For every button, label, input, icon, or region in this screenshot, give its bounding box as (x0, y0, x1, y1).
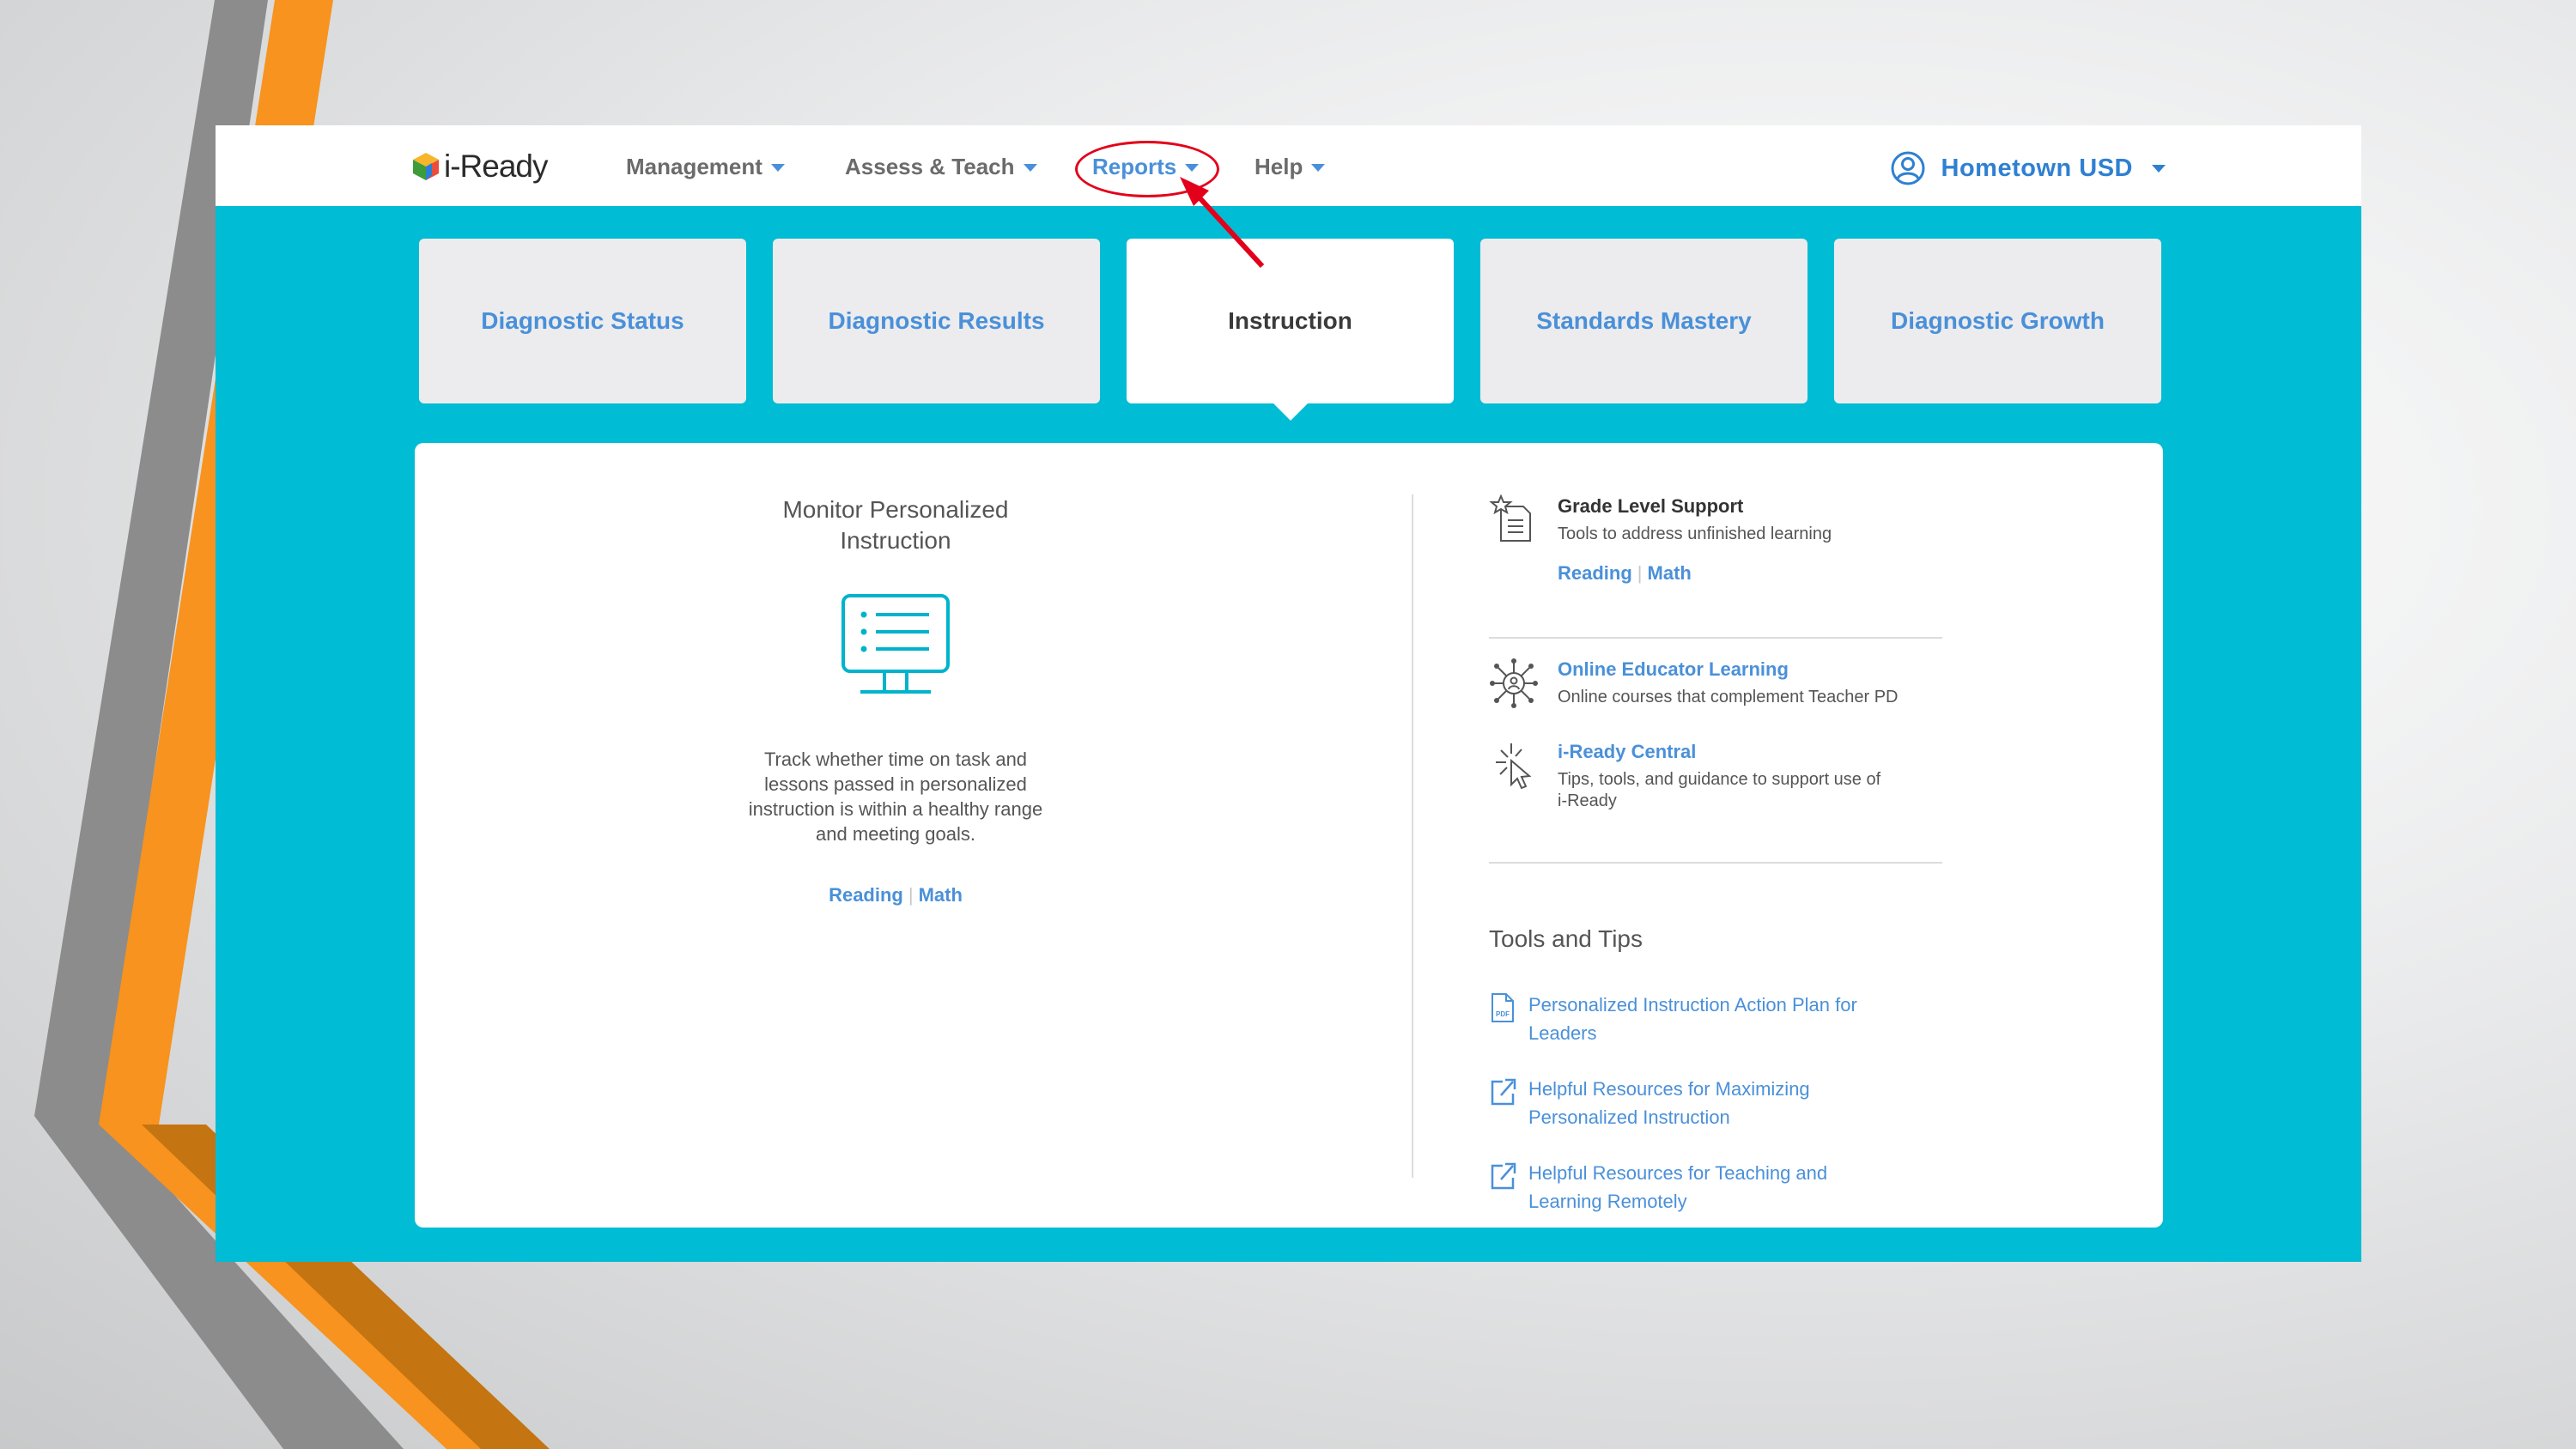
section-divider (1489, 637, 1942, 639)
grade-level-support-title: Grade Level Support (1558, 495, 1744, 517)
tool-link-remote-resources[interactable]: Helpful Resources for Teaching and Learn… (1489, 1159, 1906, 1216)
description-line: lessons passed in personalized (764, 773, 1027, 795)
grade-level-math-link[interactable]: Math (1648, 562, 1692, 584)
grade-level-subject-links: Reading | Math (1558, 562, 1832, 585)
annotation-circle (1075, 141, 1219, 197)
pdf-icon: PDF (1492, 993, 1514, 1022)
nav-assess-teach[interactable]: Assess & Teach (845, 151, 1037, 182)
grade-level-reading-link[interactable]: Reading (1558, 562, 1632, 584)
iready-central-text: i-Ready Central Tips, tools, and guidanc… (1558, 740, 1880, 812)
logo-text: i-Ready (444, 149, 548, 184)
account-menu[interactable]: Hometown USD (1890, 149, 2166, 187)
cursor-click-icon (1496, 743, 1532, 790)
section-title-line: Instruction (840, 527, 951, 554)
tool-link-action-plan[interactable]: PDF Personalized Instruction Action Plan… (1489, 991, 1906, 1047)
description-line: Track whether time on task and (763, 749, 1028, 770)
nav-help[interactable]: Help (1255, 151, 1326, 182)
online-educator-learning[interactable]: Online Educator Learning Online courses … (1489, 658, 1899, 709)
tile-standards-mastery[interactable]: Standards Mastery (1480, 239, 1807, 403)
resources-column: Grade Level Support Tools to address unf… (1489, 494, 1944, 1212)
nav-assess-teach-label: Assess & Teach (845, 153, 1015, 179)
online-educator-learning-desc: Online courses that complement Teacher P… (1558, 688, 1899, 706)
chevron-down-icon (2152, 164, 2166, 173)
grade-level-support: Grade Level Support Tools to address unf… (1489, 494, 1832, 585)
tile-diagnostic-results[interactable]: Diagnostic Results (773, 239, 1100, 403)
tile-diagnostic-growth[interactable]: Diagnostic Growth (1834, 239, 2161, 403)
link-separator: | (1637, 562, 1643, 584)
tool-link-maximizing-resources[interactable]: Helpful Resources for Maximizing Persona… (1489, 1075, 1906, 1131)
section-divider (1489, 862, 1942, 864)
nav-help-label: Help (1255, 153, 1303, 179)
section-title: Monitor Personalized Instruction (737, 494, 1054, 556)
network-person-icon (1490, 658, 1538, 708)
account-name: Hometown USD (1941, 154, 2133, 182)
link-separator: | (908, 884, 914, 906)
online-educator-learning-text: Online Educator Learning Online courses … (1558, 658, 1899, 709)
selected-tile-pointer (1273, 403, 1308, 421)
chevron-down-icon (1311, 163, 1326, 172)
tool-link-line: Leaders (1528, 1022, 1597, 1044)
iready-screenshot: i-Ready Management Assess & Teach Report… (216, 125, 2361, 1262)
grade-level-support-desc: Tools to address unfinished learning (1558, 524, 1832, 543)
description-line: and meeting goals. (816, 823, 975, 845)
top-navigation-bar: i-Ready Management Assess & Teach Report… (216, 125, 2361, 206)
svg-text:PDF: PDF (1496, 1010, 1510, 1018)
monitor-instruction-section: Monitor Personalized Instruction Track w… (737, 494, 1054, 906)
tool-link-line: Learning Remotely (1528, 1191, 1687, 1212)
section-description: Track whether time on task and lessons p… (737, 747, 1054, 846)
description-line: Tips, tools, and guidance to support use… (1558, 770, 1881, 789)
tool-link-line: Personalized Instruction Action Plan for (1528, 994, 1857, 1016)
tools-and-tips-heading: Tools and Tips (1489, 925, 1643, 952)
nav-management[interactable]: Management (626, 151, 785, 182)
tool-link-text: Helpful Resources for Maximizing Persona… (1528, 1075, 1906, 1131)
tile-diagnostic-status[interactable]: Diagnostic Status (419, 239, 746, 403)
tool-link-line: Helpful Resources for Maximizing (1528, 1078, 1810, 1100)
section-title-line: Monitor Personalized (782, 496, 1009, 523)
grade-level-support-text: Grade Level Support Tools to address unf… (1558, 494, 1832, 585)
chevron-down-icon (770, 163, 785, 172)
iready-central[interactable]: i-Ready Central Tips, tools, and guidanc… (1489, 740, 1880, 812)
tile-instruction[interactable]: Instruction (1127, 239, 1454, 403)
document-star-icon (1489, 494, 1531, 542)
external-link-icon (1491, 1078, 1516, 1106)
iready-central-link[interactable]: i-Ready Central (1558, 740, 1880, 764)
iready-logo[interactable]: i-Ready (411, 148, 548, 185)
chevron-down-icon (1023, 163, 1037, 172)
monitor-list-icon (841, 594, 950, 694)
instruction-panel: Monitor Personalized Instruction Track w… (415, 443, 2163, 1228)
subject-links: Reading | Math (737, 884, 1054, 906)
tool-link-text: Helpful Resources for Teaching and Learn… (1528, 1159, 1906, 1216)
tool-link-line: Personalized Instruction (1528, 1106, 1730, 1128)
math-link[interactable]: Math (919, 884, 963, 906)
tool-link-line: Helpful Resources for Teaching and (1528, 1162, 1828, 1184)
column-divider (1412, 494, 1413, 1178)
description-line: i-Ready (1558, 791, 1617, 810)
cube-logo-icon (413, 153, 439, 180)
user-circle-icon (1891, 151, 1924, 185)
external-link-icon (1491, 1162, 1516, 1190)
nav-management-label: Management (626, 153, 762, 179)
description-line: instruction is within a healthy range (748, 798, 1043, 820)
reading-link[interactable]: Reading (829, 884, 903, 906)
online-educator-learning-link[interactable]: Online Educator Learning (1558, 658, 1899, 682)
tool-link-text: Personalized Instruction Action Plan for… (1528, 991, 1906, 1047)
iready-central-desc: Tips, tools, and guidance to support use… (1558, 769, 1880, 812)
